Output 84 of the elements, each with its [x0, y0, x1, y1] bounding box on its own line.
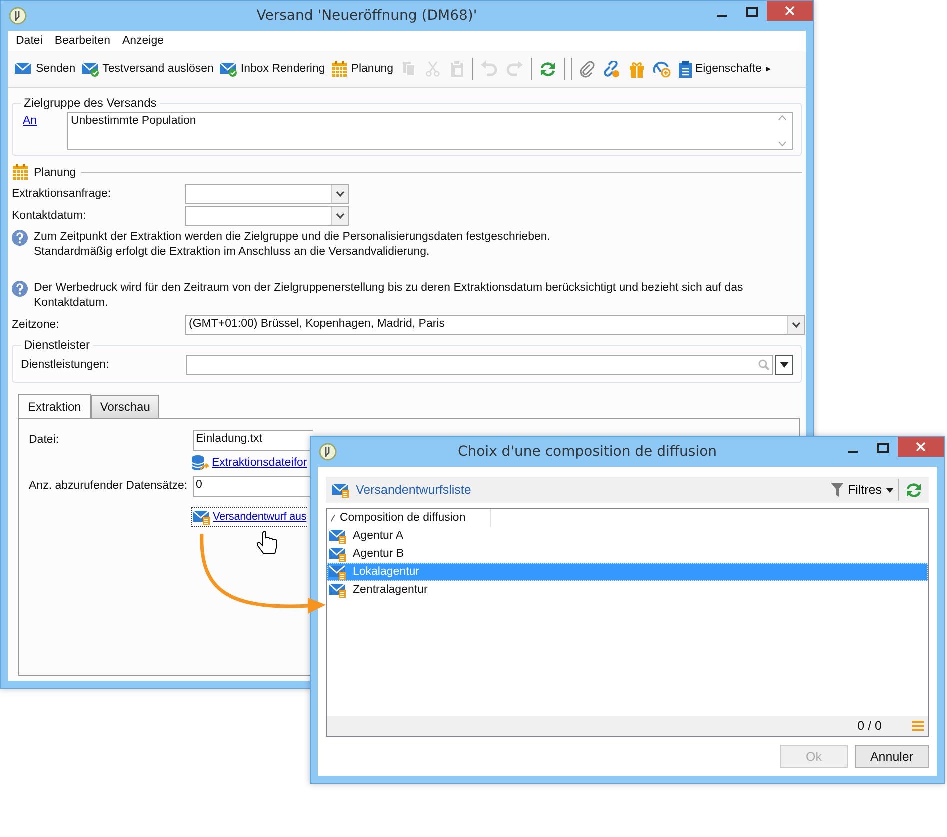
caret-icon	[336, 213, 344, 219]
menu-item[interactable]: Bearbeiten	[48, 35, 116, 47]
close-icon	[916, 442, 926, 452]
caret-icon	[336, 191, 344, 197]
refresh-icon[interactable]	[538, 60, 557, 78]
dropdown-button[interactable]	[775, 355, 793, 375]
help-icon	[12, 230, 28, 246]
dialog-button[interactable]: Annuler	[855, 745, 929, 768]
file-field[interactable]: Einladung.txt	[193, 430, 313, 450]
list-row[interactable]: Zentralagentur	[327, 581, 928, 599]
database-icon	[191, 454, 209, 472]
maximize-icon	[877, 443, 889, 453]
gift-icon[interactable]	[628, 60, 645, 78]
paperclip-icon[interactable]	[578, 60, 595, 78]
search-icon[interactable]	[758, 359, 770, 371]
section-title: Planung	[34, 166, 76, 178]
help-icon	[12, 281, 28, 297]
app-logo-icon	[319, 443, 337, 461]
mail-list-icon	[329, 528, 347, 544]
field-label: Datei:	[29, 434, 60, 446]
format-link[interactable]: Extraktionsdateifor	[212, 457, 308, 469]
column-header[interactable]: Composition de diffusion	[327, 509, 491, 527]
dropdown-field[interactable]	[185, 184, 349, 204]
calendar-icon	[331, 60, 348, 78]
window-title: Choix d'une composition de diffusion	[456, 444, 718, 460]
service-field[interactable]	[186, 355, 773, 375]
minimize-icon	[717, 15, 727, 17]
group-title: Dienstleister	[23, 338, 92, 352]
info-text: Der Werbedruck wird für den Zeitraum von der Zielgruppenerstellung bis zu deren Extraktionsdatum berücksichtigt und bezieht sich auf das Kontaktdatum.	[34, 281, 744, 311]
menu-item[interactable]: Datei	[10, 35, 49, 47]
caret-icon	[886, 488, 894, 492]
link-icon[interactable]	[602, 60, 621, 78]
mail-list-icon	[329, 582, 347, 598]
minimize-icon	[848, 451, 858, 453]
field-label: Zeitzone:	[12, 319, 60, 331]
refresh-icon[interactable]	[905, 482, 923, 498]
calendar-icon	[12, 164, 29, 181]
info-text: Zum Zeitpunkt der Extraktion werden die Zielgruppe und die Personalisierungsdaten festgeschrieben. Standardmäßig erfolgt die Extraktion im Anschluss an die Versandvalidierung.	[34, 230, 551, 260]
caret-icon	[780, 362, 788, 368]
close-button[interactable]	[898, 437, 944, 457]
maximize-icon	[746, 7, 758, 17]
menu-item[interactable]: Anzeige	[116, 35, 170, 47]
filter-icon	[830, 483, 844, 497]
toolbar-button[interactable]: Senden	[12, 57, 79, 81]
mail-check-icon	[82, 61, 100, 77]
scroll-up-icon[interactable]	[778, 115, 786, 121]
more-arrow[interactable]: ▸	[765, 63, 772, 75]
sort-icon	[331, 514, 335, 522]
mail-list-icon	[193, 509, 211, 525]
window-title: Versand 'Neueröffnung (DM68)'	[256, 8, 478, 24]
timezone-dropdown[interactable]: (GMT+01:00) Brüssel, Kopenhagen, Madrid, Paris	[185, 315, 805, 335]
group-title: Zielgruppe des Versands	[23, 96, 158, 110]
field-label: Extraktionsanfrage:	[12, 188, 112, 200]
toolbar-button[interactable]: Planung	[328, 57, 397, 81]
record-counter: 0 / 0	[858, 719, 882, 733]
list-row[interactable]: Agentur A	[327, 527, 928, 545]
field-label: Anz. abzurufender Datensätze:	[29, 480, 189, 492]
mail-check-icon	[220, 61, 238, 77]
toolbar-button[interactable]: Testversand auslösen	[78, 57, 217, 81]
tab[interactable]: Extraktion	[18, 394, 92, 419]
filter-button[interactable]: Filtres	[826, 479, 899, 501]
gauge-icon[interactable]	[652, 60, 671, 78]
mail-icon	[15, 61, 33, 77]
clipboard-icon	[678, 60, 693, 78]
app-logo-icon	[9, 7, 27, 25]
caret-icon	[792, 322, 800, 328]
list-row[interactable]: Agentur B	[327, 545, 928, 563]
mail-list-icon	[332, 482, 350, 498]
toolbar-button[interactable]: Eigenschafte	[674, 57, 766, 81]
field-label: Kontaktdatum:	[12, 210, 88, 222]
target-field[interactable]: Unbestimmte Population	[67, 112, 793, 150]
list-title[interactable]: Versandentwurfsliste	[356, 483, 472, 497]
scroll-down-icon[interactable]	[778, 141, 786, 147]
close-icon	[785, 6, 795, 16]
toolbar-button[interactable]: Inbox Rendering	[216, 57, 328, 81]
menu-icon[interactable]	[912, 721, 924, 731]
close-button[interactable]	[767, 1, 813, 21]
recipients-link[interactable]: An	[21, 112, 61, 127]
field-label: Dienstleistungen:	[21, 359, 110, 371]
mail-list-icon	[329, 546, 347, 562]
count-field[interactable]: 0	[193, 476, 313, 496]
dropdown-field[interactable]	[185, 206, 349, 226]
mail-list-icon	[329, 564, 347, 580]
tab[interactable]: Vorschau	[91, 395, 160, 418]
